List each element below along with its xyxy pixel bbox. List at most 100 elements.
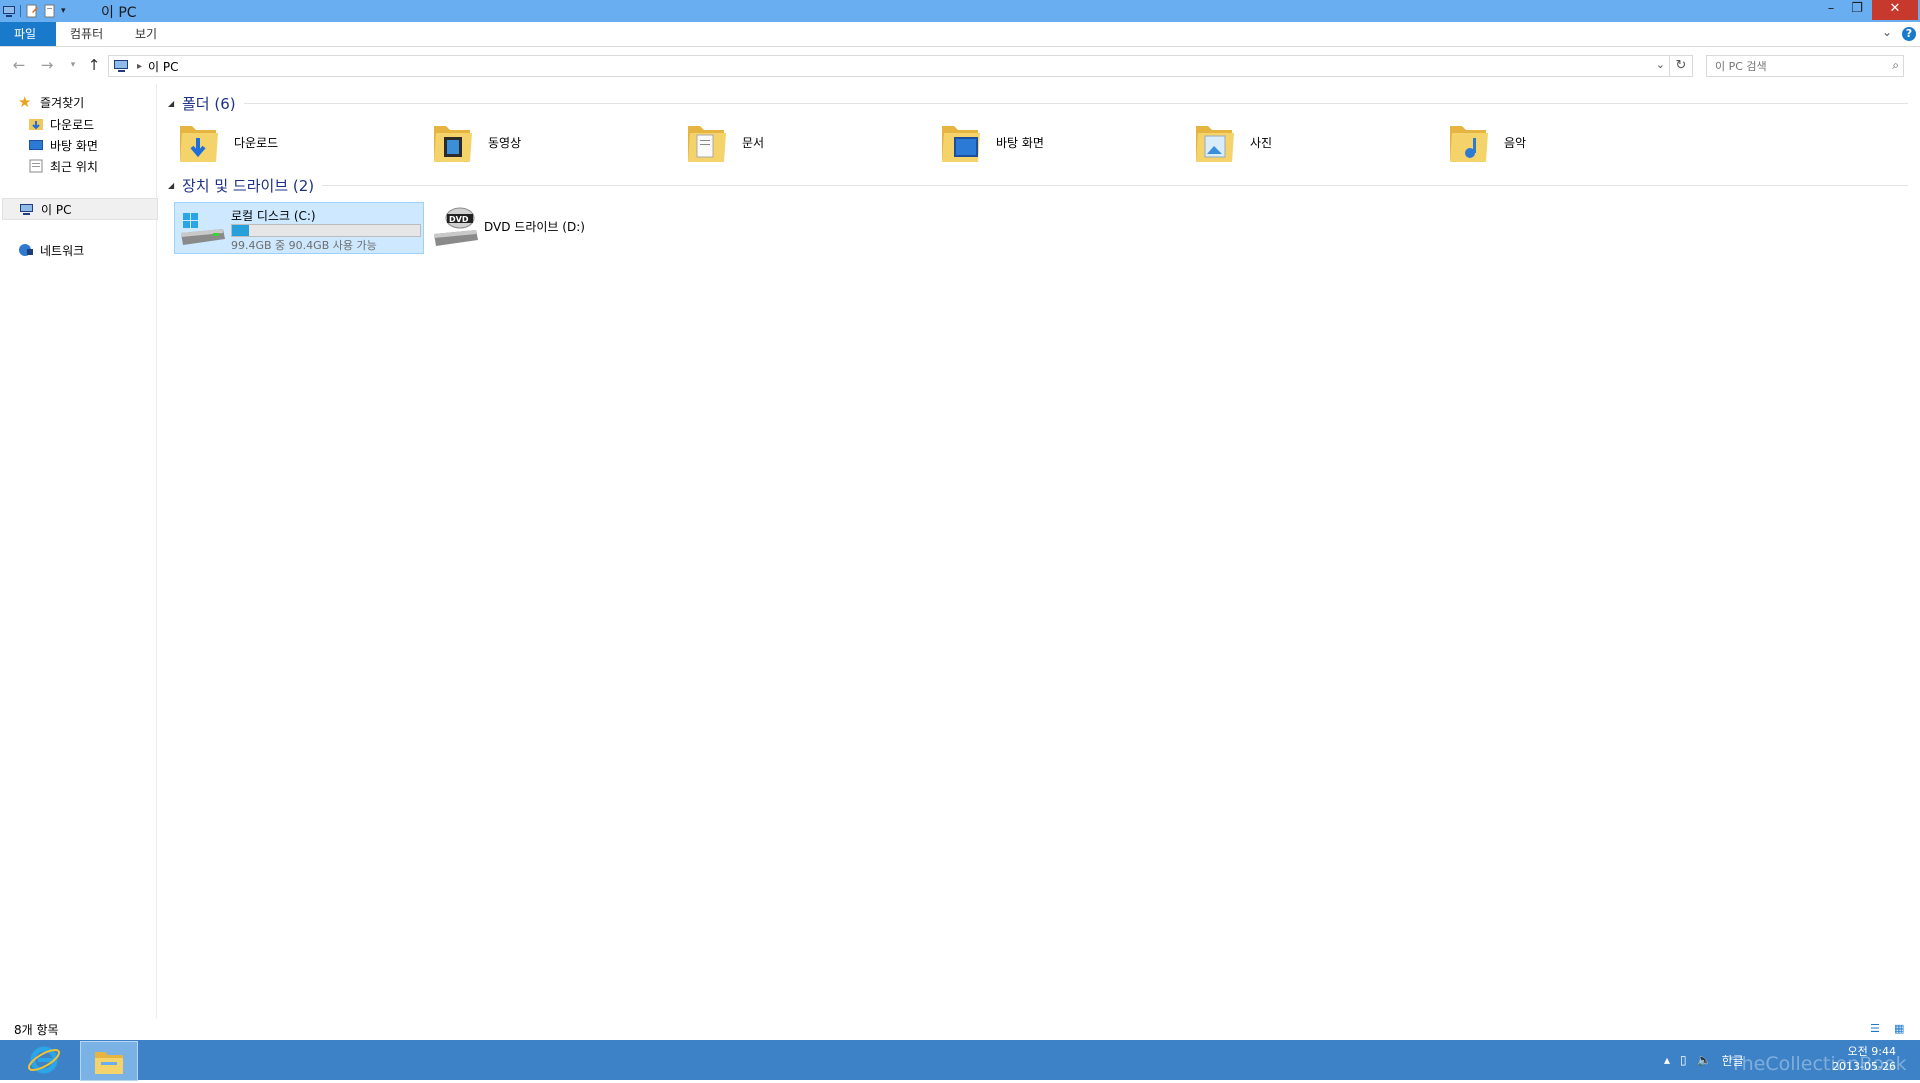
internet-explorer-icon[interactable] [26, 1043, 62, 1077]
desktop-folder-icon [940, 120, 984, 164]
window-title: 이 PC [101, 5, 137, 21]
title-bar: ▾ 이 PC – ❐ ✕ [0, 0, 1920, 22]
nav-label: 이 PC [41, 202, 72, 217]
pictures-folder-icon [1194, 120, 1238, 164]
large-icons-view-icon[interactable]: ▦ [1894, 1022, 1908, 1035]
disk-usage-fill [232, 225, 249, 236]
volume-icon[interactable]: 🔈 [1697, 1053, 1712, 1067]
folder-label: 사진 [1250, 135, 1273, 150]
disk-usage-bar [231, 224, 421, 237]
ribbon: 파일 컴퓨터 보기 ⌄ ? [0, 22, 1920, 47]
clock-time: 오전 9:44 [1847, 1045, 1896, 1058]
group-divider [322, 184, 1908, 186]
file-explorer-icon [95, 1052, 123, 1074]
search-input[interactable] [1713, 56, 1877, 76]
navigation-pane: ★ 즐겨찾기 다운로드 바탕 화면 최근 위치 이 PC 네트워크 [0, 84, 158, 1018]
drive-item-d[interactable]: DVD DVD 드라이브 (D:) [428, 202, 628, 252]
nav-item-downloads[interactable]: 다운로드 [28, 114, 94, 134]
customize-toolbar-icon[interactable]: ▾ [61, 4, 75, 18]
group-title: 폴더 (6) [182, 94, 236, 113]
group-header-devices[interactable]: ◢ 장치 및 드라이브 (2) [168, 174, 1908, 196]
folder-label: 동영상 [488, 135, 522, 150]
folder-item-downloads[interactable]: 다운로드 [178, 118, 278, 166]
tab-view[interactable]: 보기 [121, 22, 171, 46]
network-icon [18, 243, 34, 257]
local-disk-icon [181, 213, 225, 245]
back-button[interactable]: ← [10, 56, 28, 74]
nav-label: 바탕 화면 [50, 138, 98, 153]
collapse-triangle-icon[interactable]: ◢ [168, 181, 178, 190]
tray-expand-icon[interactable]: ▴ [1664, 1053, 1670, 1067]
computer-icon [19, 202, 35, 216]
item-count: 8개 항목 [14, 1023, 59, 1037]
expand-ribbon-icon[interactable]: ⌄ [1882, 25, 1892, 39]
desktop-icon [28, 138, 44, 152]
downloads-folder-icon [178, 120, 222, 164]
network-status-icon[interactable]: ▯ [1680, 1053, 1687, 1067]
music-folder-icon [1448, 120, 1492, 164]
status-bar: 8개 항목 ☰ ▦ [0, 1018, 1920, 1040]
folder-item-pictures[interactable]: 사진 [1194, 118, 1272, 166]
folder-item-desktop[interactable]: 바탕 화면 [940, 118, 1044, 166]
up-button[interactable]: ↑ [85, 56, 103, 74]
search-icon[interactable]: ⌕ [1892, 58, 1899, 73]
restore-button[interactable]: ❐ [1844, 0, 1870, 20]
help-icon[interactable]: ? [1902, 27, 1916, 41]
tab-computer[interactable]: 컴퓨터 [56, 22, 117, 46]
group-divider [243, 102, 1908, 104]
folder-label: 문서 [742, 135, 765, 150]
nav-label: 네트워크 [40, 243, 85, 258]
nav-favorites[interactable]: ★ 즐겨찾기 [18, 92, 84, 112]
nav-item-network[interactable]: 네트워크 [18, 240, 84, 260]
nav-item-this-pc[interactable]: 이 PC [2, 198, 158, 220]
system-tray: ▴ ▯ 🔈 한글 [1664, 1044, 1744, 1076]
search-box[interactable]: ⌕ [1706, 55, 1904, 77]
svg-text:DVD: DVD [449, 215, 469, 224]
address-bar[interactable]: ▸ 이 PC ⌄ [108, 55, 1670, 77]
documents-folder-icon [686, 120, 730, 164]
close-button[interactable]: ✕ [1872, 0, 1918, 20]
quick-access-toolbar: ▾ [2, 2, 75, 20]
group-title: 장치 및 드라이브 (2) [182, 176, 315, 195]
nav-label: 다운로드 [50, 117, 95, 132]
details-view-icon[interactable]: ☰ [1870, 1022, 1884, 1035]
drive-label: 로컬 디스크 (C:) [231, 209, 316, 223]
new-folder-icon[interactable] [43, 4, 57, 18]
videos-folder-icon [432, 120, 476, 164]
file-explorer-taskbar-button[interactable] [80, 1041, 138, 1081]
minimize-button[interactable]: – [1818, 0, 1844, 20]
input-language[interactable]: 한글 [1722, 1052, 1744, 1069]
folder-label: 바탕 화면 [996, 135, 1044, 150]
properties-icon[interactable] [25, 4, 39, 18]
folder-item-videos[interactable]: 동영상 [432, 118, 521, 166]
recent-locations-icon[interactable]: ▾ [64, 56, 82, 74]
drive-item-c[interactable]: 로컬 디스크 (C:) 99.4GB 중 90.4GB 사용 가능 [174, 202, 424, 254]
clock[interactable]: 오전 9:44 2013-05-26 [1810, 1044, 1896, 1074]
star-icon: ★ [18, 93, 32, 111]
drive-label: DVD 드라이브 (D:) [484, 220, 585, 234]
collapse-triangle-icon[interactable]: ◢ [168, 99, 178, 108]
nav-label: 최근 위치 [50, 159, 98, 174]
dvd-drive-icon: DVD [434, 207, 478, 246]
folder-item-music[interactable]: 음악 [1448, 118, 1526, 166]
clock-date: 2013-05-26 [1832, 1060, 1896, 1073]
folder-item-documents[interactable]: 문서 [686, 118, 764, 166]
tab-file[interactable]: 파일 [0, 22, 56, 46]
downloads-folder-icon [28, 117, 44, 131]
computer-icon[interactable] [2, 4, 16, 18]
drive-space-text: 99.4GB 중 90.4GB 사용 가능 [231, 239, 377, 252]
computer-icon [114, 60, 128, 72]
group-header-folders[interactable]: ◢ 폴더 (6) [168, 92, 1908, 114]
nav-label: 즐겨찾기 [40, 95, 85, 110]
refresh-button[interactable]: ↻ [1670, 55, 1693, 77]
folder-label: 음악 [1504, 135, 1527, 150]
breadcrumb-this-pc[interactable]: 이 PC [148, 58, 178, 75]
navigation-bar: ← → ▾ ↑ ▸ 이 PC ⌄ ↻ ⌕ [0, 50, 1920, 80]
taskbar: TheCollectionBook ▴ ▯ 🔈 한글 오전 9:44 2013-… [0, 1040, 1920, 1081]
nav-item-desktop[interactable]: 바탕 화면 [28, 135, 98, 155]
forward-button[interactable]: → [38, 56, 56, 74]
breadcrumb-chevron-icon[interactable]: ▸ [137, 61, 142, 72]
address-dropdown-icon[interactable]: ⌄ [1656, 58, 1665, 71]
nav-item-recent[interactable]: 최근 위치 [28, 156, 98, 176]
folder-label: 다운로드 [234, 135, 279, 150]
